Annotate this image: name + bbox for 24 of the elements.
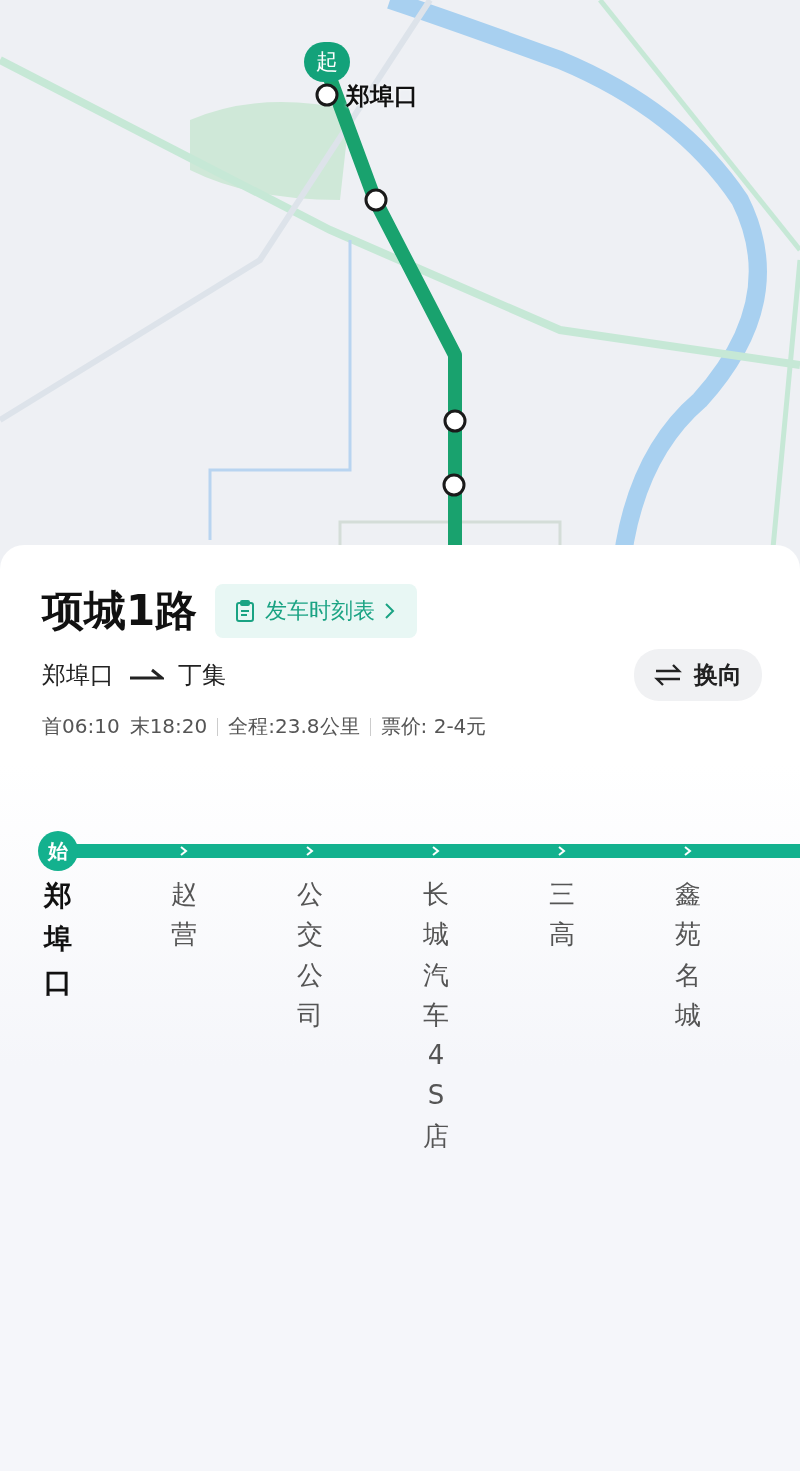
route-distance: 全程:23.8公里 <box>228 713 360 740</box>
stop-label: 郑埠口 <box>346 81 418 112</box>
destination-stop: 丁集 <box>178 660 226 691</box>
stop-name[interactable]: 郑埠口 <box>44 874 72 1005</box>
chevron-icon <box>558 846 566 856</box>
stop-name[interactable]: 长城汽车4S店 <box>423 874 449 1157</box>
stop-name[interactable]: 公交公司 <box>297 874 323 1036</box>
stop-name[interactable]: 三高 <box>549 874 575 955</box>
stop-name[interactable]: 赵营 <box>171 874 197 955</box>
stop-name[interactable]: 鑫苑名城 <box>675 874 701 1036</box>
swap-direction-button[interactable]: 换向 <box>634 649 762 701</box>
chevron-icon <box>180 846 188 856</box>
chevron-icon <box>306 846 314 856</box>
route-name: 项城1路 <box>42 585 198 637</box>
fare: 票价: 2-4元 <box>380 713 487 740</box>
chevron-icon <box>385 603 395 619</box>
start-marker: 始 <box>38 831 78 871</box>
chevron-icon <box>432 846 440 856</box>
last-bus-time: 末18:20 <box>129 713 208 740</box>
chevron-icon <box>684 846 692 856</box>
clipboard-icon <box>236 600 255 622</box>
first-bus-time: 首06:10 <box>42 713 120 740</box>
origin-stop: 郑埠口 <box>42 660 114 691</box>
swap-icon <box>654 664 682 686</box>
